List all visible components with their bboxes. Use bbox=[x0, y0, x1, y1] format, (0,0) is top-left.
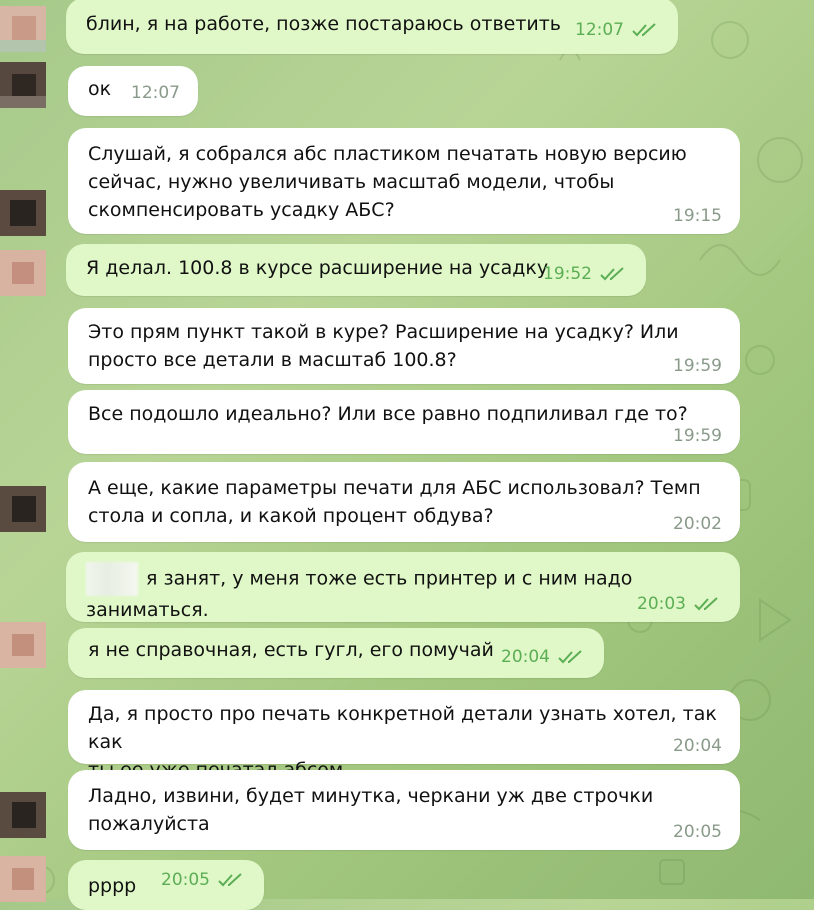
double-check-icon bbox=[632, 23, 656, 37]
message-text: я занят, у меня тоже есть принтер и с ни… bbox=[86, 567, 633, 622]
message-text: Это прям пункт такой в куре? Расширение … bbox=[88, 321, 679, 371]
message-bubble-incoming[interactable]: Да, я просто про печать конкретной детал… bbox=[68, 690, 740, 781]
message-bubble-outgoing[interactable]: я не справочная, есть гугл, его помучай … bbox=[68, 628, 604, 678]
avatar bbox=[0, 6, 46, 52]
message-bubble-incoming[interactable]: Слушай, я собрался абс пластиком печатат… bbox=[68, 128, 740, 234]
message-bubble-outgoing[interactable]: Я делал. 100.8 в курсе расширение на уса… bbox=[66, 244, 646, 296]
double-check-icon bbox=[558, 650, 582, 664]
message-text: Слушай, я собрался абс пластиком печатат… bbox=[88, 143, 687, 221]
message-text: Я делал. 100.8 в курсе расширение на уса… bbox=[86, 257, 549, 279]
message-time: 20:05 bbox=[161, 870, 210, 890]
message-bubble-incoming[interactable]: Все подошло идеально? Или все равно подп… bbox=[68, 390, 740, 454]
message-meta: 20:04 bbox=[501, 643, 586, 671]
message-meta: 20:02 bbox=[673, 510, 722, 538]
message-time: 19:59 bbox=[673, 356, 722, 376]
message-text: блин, я на работе, позже постараюсь отве… bbox=[86, 13, 562, 35]
message-time: 20:05 bbox=[673, 822, 722, 842]
message-bubble-incoming[interactable]: А еще, какие параметры печати для АБС ис… bbox=[68, 462, 740, 542]
message-time: 12:07 bbox=[131, 83, 180, 103]
message-text: я не справочная, есть гугл, его помучай bbox=[88, 639, 494, 661]
message-meta: 20:04 bbox=[673, 732, 722, 760]
message-bubble-incoming[interactable]: ок 12:07 bbox=[68, 66, 198, 116]
message-meta: 19:59 bbox=[673, 352, 722, 380]
avatar bbox=[0, 622, 46, 668]
avatar bbox=[0, 62, 46, 108]
avatar bbox=[0, 792, 46, 838]
message-meta: 20:05 bbox=[161, 866, 246, 894]
message-meta: 20:03 bbox=[637, 590, 722, 618]
message-meta: 19:52 bbox=[543, 260, 628, 288]
message-meta: 12:07 bbox=[575, 16, 660, 44]
message-time: 19:59 bbox=[673, 426, 722, 446]
message-text-row: я занят, у меня тоже есть принтер и с ни… bbox=[86, 558, 720, 624]
message-time: 20:02 bbox=[673, 514, 722, 534]
avatar bbox=[0, 856, 46, 902]
avatar bbox=[0, 250, 46, 296]
message-text: рррр bbox=[88, 875, 137, 897]
message-meta: 12:07 bbox=[131, 79, 180, 107]
double-check-icon bbox=[600, 267, 624, 281]
message-time: 12:07 bbox=[575, 20, 624, 40]
message-time: 19:15 bbox=[673, 206, 722, 226]
message-text: ок bbox=[88, 78, 112, 100]
message-meta: 20:05 bbox=[673, 818, 722, 846]
message-text: Ладно, извини, будет минутка, черкани уж… bbox=[88, 785, 654, 835]
message-time: 20:04 bbox=[501, 647, 550, 667]
message-bubble-outgoing[interactable]: блин, я на работе, позже постараюсь отве… bbox=[66, 0, 678, 54]
chat-area[interactable]: блин, я на работе, позже постараюсь отве… bbox=[0, 0, 814, 910]
message-bubble-outgoing[interactable]: я занят, у меня тоже есть принтер и с ни… bbox=[66, 552, 740, 622]
censored-blur bbox=[86, 562, 138, 596]
avatar bbox=[0, 190, 46, 236]
message-time: 20:03 bbox=[637, 594, 686, 614]
message-text: Все подошло идеально? Или все равно подп… bbox=[88, 403, 688, 425]
message-text: А еще, какие параметры печати для АБС ис… bbox=[88, 477, 701, 527]
double-check-icon bbox=[694, 597, 718, 611]
message-meta: 19:59 bbox=[673, 422, 722, 450]
message-meta: 19:15 bbox=[673, 202, 722, 230]
message-time: 20:04 bbox=[673, 736, 722, 756]
double-check-icon bbox=[218, 873, 242, 887]
message-bubble-incoming[interactable]: Ладно, извини, будет минутка, черкани уж… bbox=[68, 770, 740, 850]
message-time: 19:52 bbox=[543, 264, 592, 284]
avatar bbox=[0, 486, 46, 532]
message-bubble-incoming[interactable]: Это прям пункт такой в куре? Расширение … bbox=[68, 308, 740, 384]
message-bubble-outgoing[interactable]: рррр 20:05 bbox=[68, 860, 264, 910]
